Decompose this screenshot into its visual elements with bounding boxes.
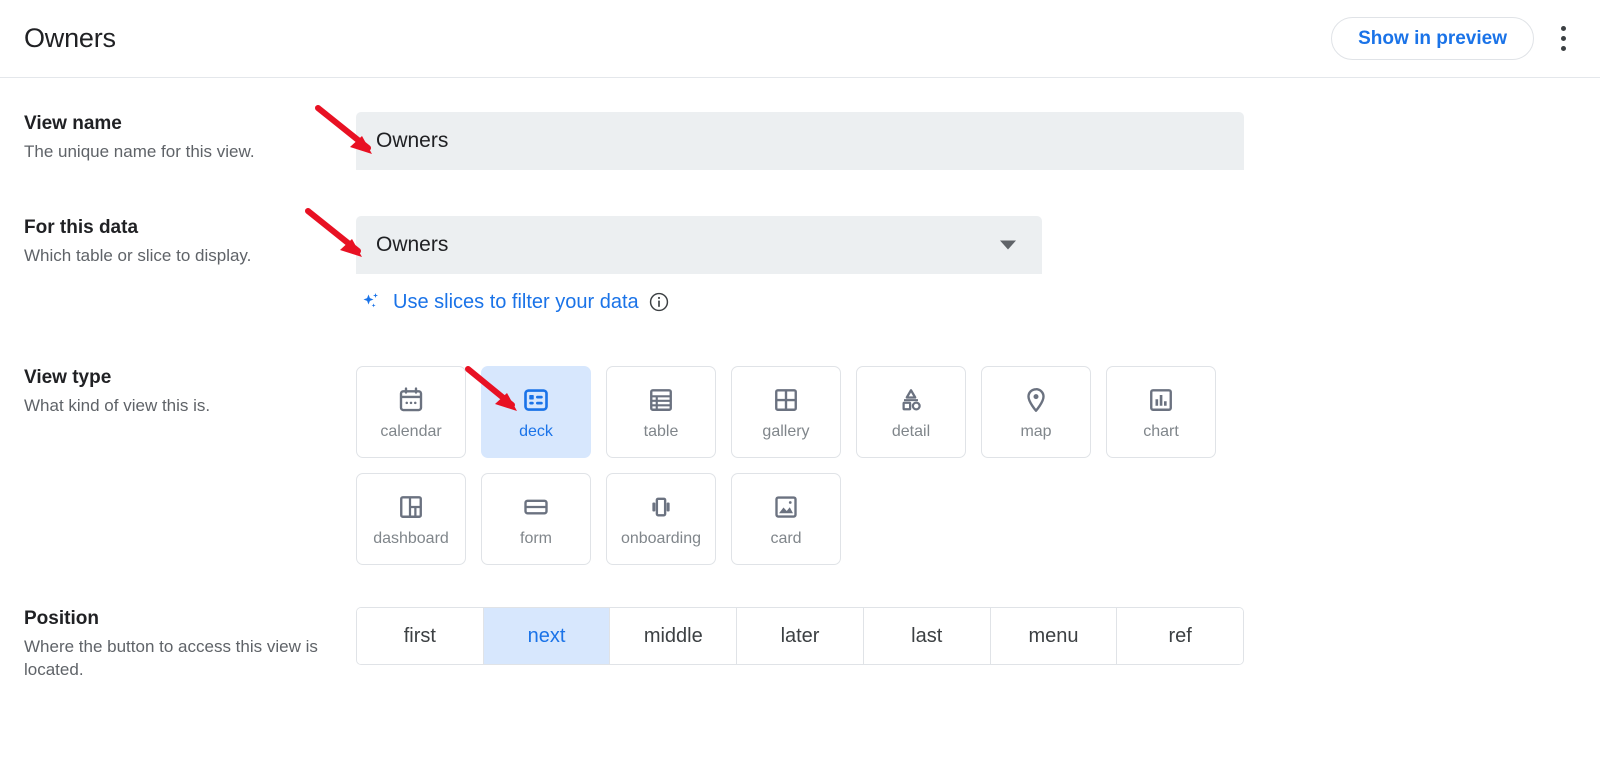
use-slices-link[interactable]: Use slices to filter your data: [393, 291, 639, 314]
position-option-menu[interactable]: menu: [991, 608, 1118, 664]
view-type-description: What kind of view this is.: [24, 395, 340, 418]
view-type-tile-onboarding[interactable]: onboarding: [606, 473, 716, 565]
view-type-label: View type: [24, 366, 340, 391]
view-type-tile-label: deck: [519, 424, 553, 440]
position-option-later[interactable]: later: [737, 608, 864, 664]
data-source-dropdown[interactable]: Owners: [356, 216, 1042, 274]
position-option-middle[interactable]: middle: [610, 608, 737, 664]
view-type-tile-label: onboarding: [621, 531, 701, 547]
sparkle-icon: [360, 290, 384, 314]
view-type-tile-calendar[interactable]: calendar: [356, 366, 466, 458]
view-type-tile-card[interactable]: card: [731, 473, 841, 565]
shapes-icon: [896, 385, 926, 415]
settings-content: View name The unique name for this view.…: [0, 112, 1600, 682]
chevron-down-icon: [1000, 241, 1016, 250]
position-label: Position: [24, 607, 340, 632]
position-option-first[interactable]: first: [357, 608, 484, 664]
position-row: Position Where the button to access this…: [0, 607, 1600, 682]
view-type-tile-label: detail: [892, 424, 930, 440]
kebab-menu-icon[interactable]: [1548, 19, 1578, 59]
kebab-dot-2: [1561, 36, 1566, 41]
map-pin-icon: [1021, 385, 1051, 415]
kebab-dot-3: [1561, 46, 1566, 51]
view-name-description: The unique name for this view.: [24, 141, 340, 164]
view-name-field-col: [356, 112, 1600, 170]
dashboard-layout-icon: [396, 492, 426, 522]
view-name-row: View name The unique name for this view.: [0, 112, 1600, 170]
view-type-tile-gallery[interactable]: gallery: [731, 366, 841, 458]
carousel-icon: [646, 492, 676, 522]
image-card-icon: [771, 492, 801, 522]
view-type-tile-label: card: [770, 531, 801, 547]
view-type-tile-label: table: [644, 424, 679, 440]
view-type-field-col: calendar deck: [356, 366, 1600, 565]
view-type-tile-label: calendar: [380, 424, 441, 440]
bar-chart-icon: [1146, 385, 1176, 415]
position-option-last[interactable]: last: [864, 608, 991, 664]
page-header: Owners Show in preview: [0, 0, 1600, 78]
data-source-value: Owners: [376, 233, 448, 257]
deck-icon: [521, 385, 551, 415]
use-slices-row: Use slices to filter your data: [360, 290, 1600, 314]
for-this-data-row: For this data Which table or slice to di…: [0, 216, 1600, 314]
view-type-tile-label: gallery: [762, 424, 809, 440]
view-type-tile-label: chart: [1143, 424, 1179, 440]
for-this-data-label-col: For this data Which table or slice to di…: [0, 216, 356, 314]
view-type-tile-detail[interactable]: detail: [856, 366, 966, 458]
position-option-next[interactable]: next: [484, 608, 611, 664]
view-type-tile-dashboard[interactable]: dashboard: [356, 473, 466, 565]
view-type-tile-table[interactable]: table: [606, 366, 716, 458]
position-option-ref[interactable]: ref: [1117, 608, 1243, 664]
position-segmented-control: first next middle later last menu ref: [356, 607, 1244, 665]
position-label-col: Position Where the button to access this…: [0, 607, 356, 682]
for-this-data-description: Which table or slice to display.: [24, 245, 340, 268]
form-rows-icon: [521, 492, 551, 522]
position-description: Where the button to access this view is …: [24, 636, 340, 682]
gallery-grid-icon: [771, 385, 801, 415]
view-type-tile-chart[interactable]: chart: [1106, 366, 1216, 458]
view-name-label: View name: [24, 112, 340, 137]
view-type-tile-form[interactable]: form: [481, 473, 591, 565]
view-type-tile-deck[interactable]: deck: [481, 366, 591, 458]
page-title: Owners: [24, 23, 116, 54]
view-type-tile-label: dashboard: [373, 531, 449, 547]
view-name-input[interactable]: [356, 112, 1244, 170]
header-actions: Show in preview: [1331, 17, 1578, 60]
view-type-tile-label: map: [1020, 424, 1051, 440]
for-this-data-label: For this data: [24, 216, 340, 241]
view-type-tile-map[interactable]: map: [981, 366, 1091, 458]
kebab-dot-1: [1561, 26, 1566, 31]
show-in-preview-button[interactable]: Show in preview: [1331, 17, 1534, 60]
table-icon: [646, 385, 676, 415]
position-field-col: first next middle later last menu ref: [356, 607, 1600, 682]
view-type-tiles: calendar deck: [356, 366, 1231, 565]
for-this-data-field-col: Owners Use slices to filter your data: [356, 216, 1600, 314]
calendar-icon: [396, 385, 426, 415]
view-type-tile-label: form: [520, 531, 552, 547]
view-type-label-col: View type What kind of view this is.: [0, 366, 356, 565]
view-type-row: View type What kind of view this is.: [0, 366, 1600, 565]
view-name-label-col: View name The unique name for this view.: [0, 112, 356, 170]
info-circle-icon[interactable]: [648, 291, 670, 313]
